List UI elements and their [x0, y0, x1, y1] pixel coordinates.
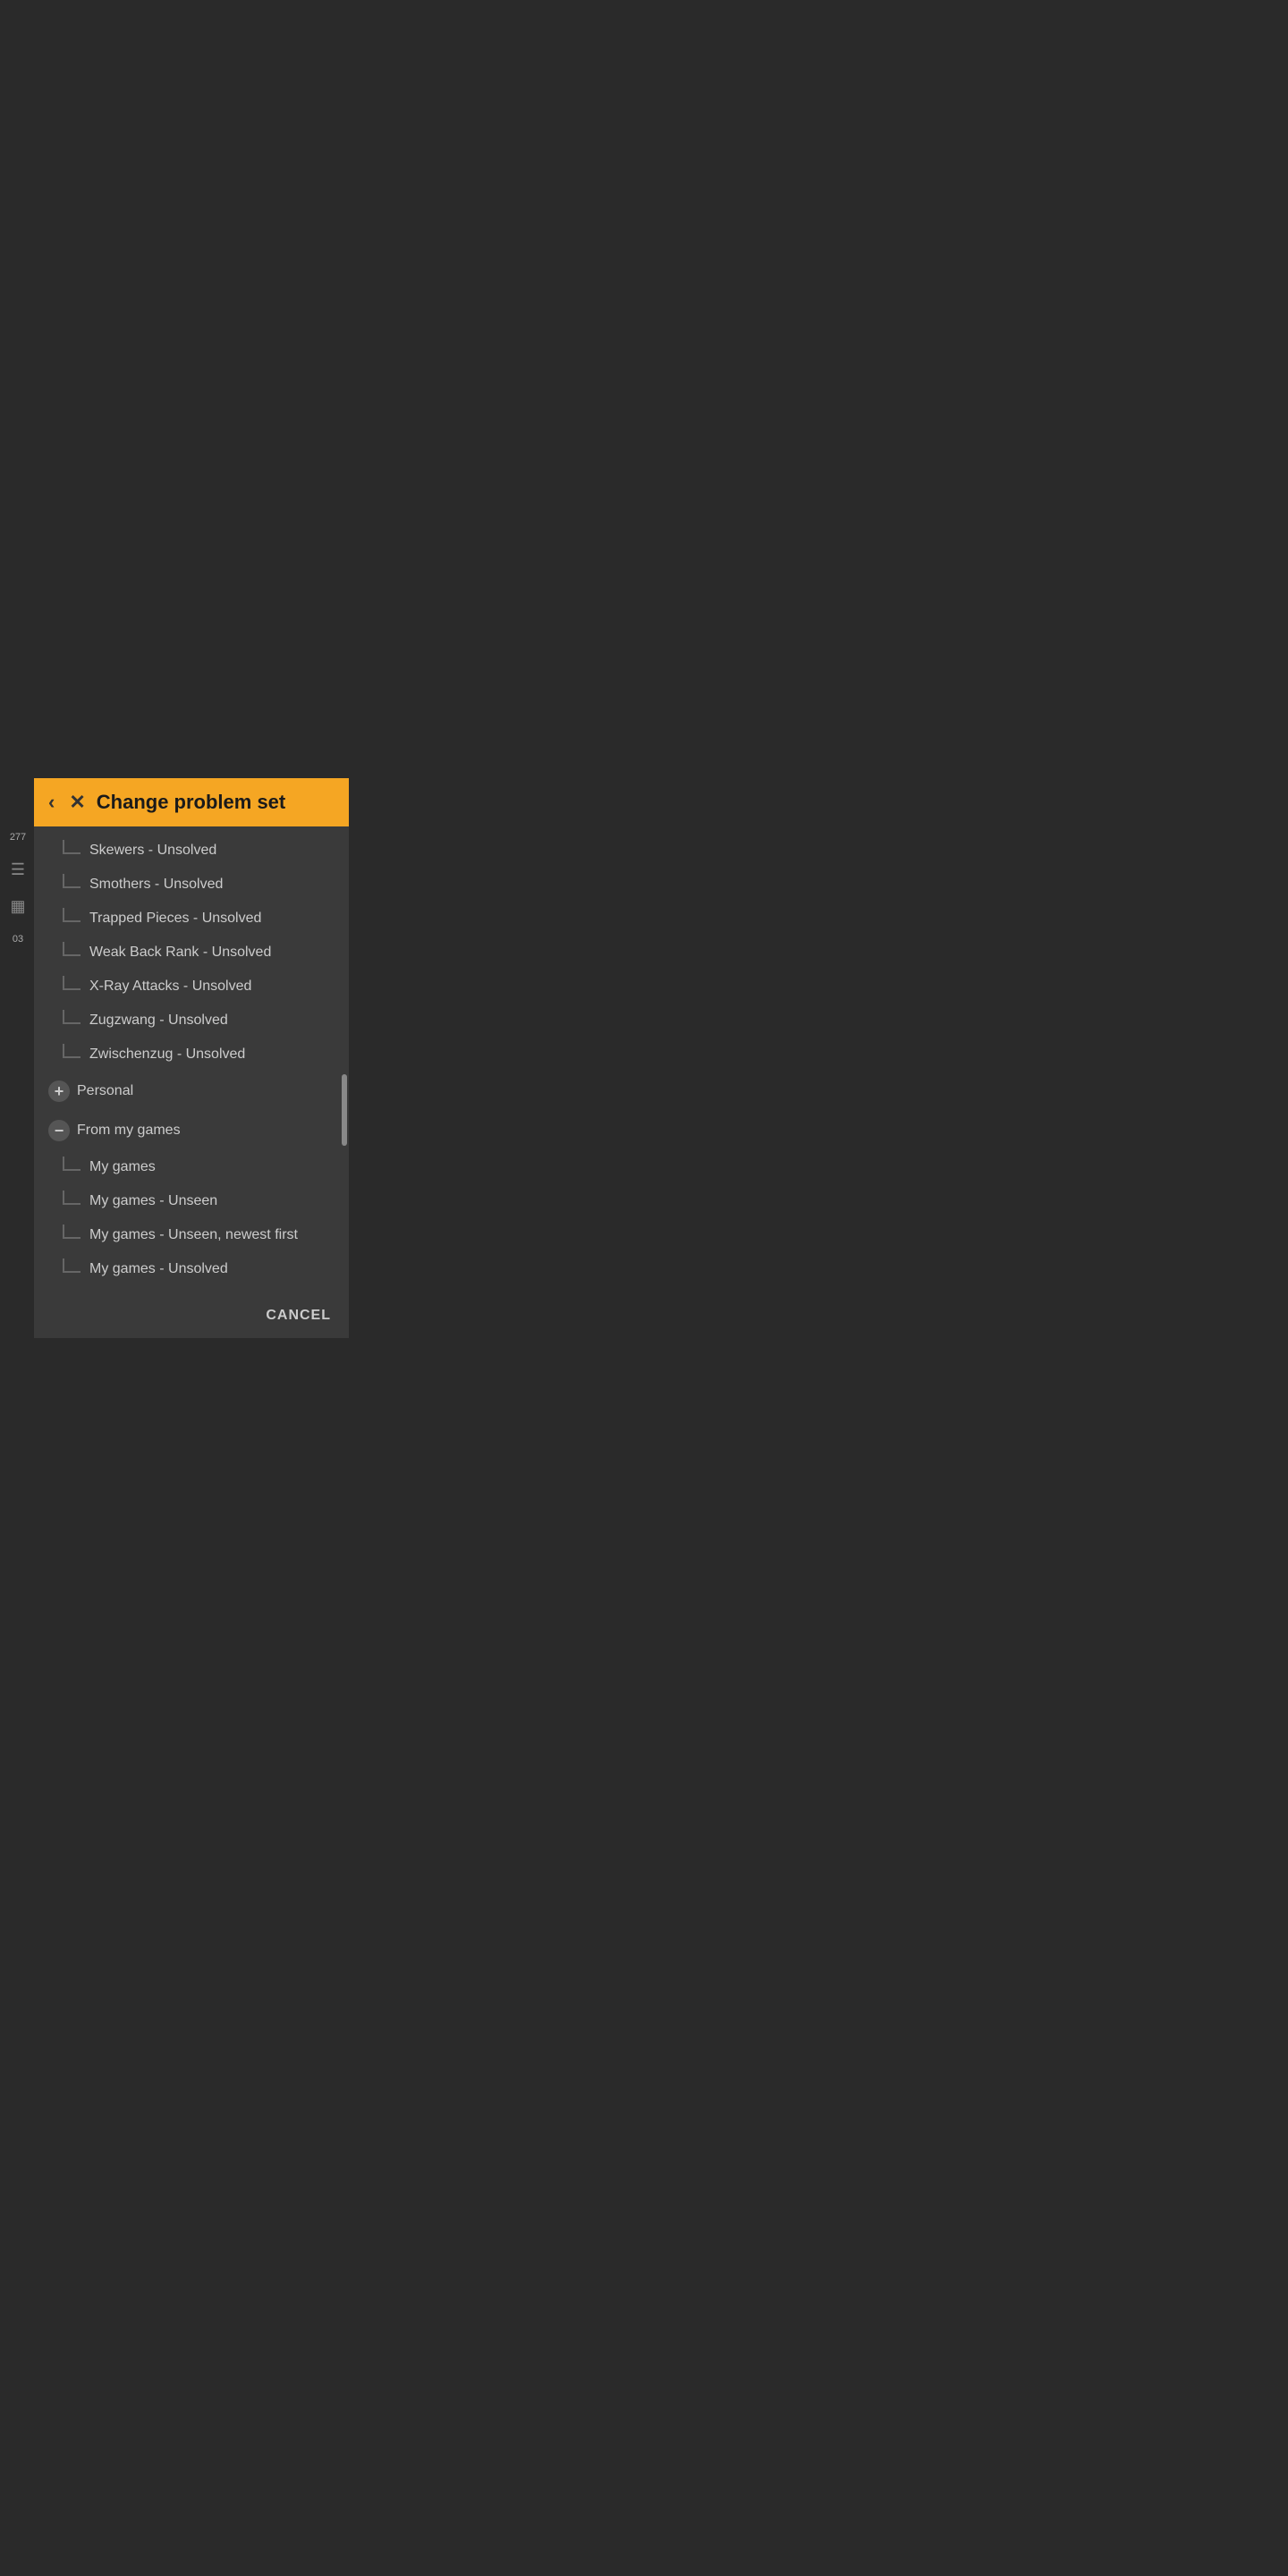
stats-icon[interactable]: ▦	[10, 897, 25, 916]
cancel-button[interactable]: CANCEL	[34, 1293, 349, 1338]
personal-toggle[interactable]: +	[48, 1080, 70, 1102]
my-games-item[interactable]: My games	[34, 1150, 349, 1184]
modal-header: ‹ ✕ Change problem set	[34, 778, 349, 826]
personal-section[interactable]: + Personal	[34, 1072, 349, 1111]
smothers-item[interactable]: Smothers - Unsolved	[34, 868, 349, 902]
x-ray-attacks-item[interactable]: X-Ray Attacks - Unsolved	[34, 970, 349, 1004]
modal-title: Change problem set	[97, 791, 285, 814]
weak-back-rank-item[interactable]: Weak Back Rank - Unsolved	[34, 936, 349, 970]
my-games-unseen-newest-item[interactable]: My games - Unseen, newest first	[34, 1218, 349, 1252]
zugzwang-item[interactable]: Zugzwang - Unsolved	[34, 1004, 349, 1038]
sidebar-time: 03	[13, 934, 23, 945]
modal-close-button[interactable]: ✕	[69, 792, 85, 812]
modal-scrollbar-thumb[interactable]	[342, 1074, 347, 1146]
from-my-games-toggle[interactable]: −	[48, 1120, 70, 1141]
skewers-item[interactable]: Skewers - Unsolved	[34, 834, 349, 868]
change-problem-set-modal: ‹ ✕ Change problem set Skewers - Unsolve…	[34, 778, 349, 1338]
chat-icon[interactable]: ☰	[11, 860, 25, 879]
modal-back-arrow[interactable]: ‹	[48, 791, 55, 814]
my-games-unseen-item[interactable]: My games - Unseen	[34, 1184, 349, 1218]
modal-content: Skewers - Unsolved Smothers - Unsolved T…	[34, 826, 349, 1293]
zwischenzug-item[interactable]: Zwischenzug - Unsolved	[34, 1038, 349, 1072]
my-games-unsolved-item[interactable]: My games - Unsolved	[34, 1252, 349, 1286]
sidebar: 277 ☰ ▦ 03	[0, 778, 36, 1315]
from-my-games-section[interactable]: − From my games	[34, 1111, 349, 1150]
modal-scrollbar[interactable]	[342, 871, 347, 1240]
sidebar-rating: 277	[10, 832, 26, 843]
trapped-pieces-item[interactable]: Trapped Pieces - Unsolved	[34, 902, 349, 936]
